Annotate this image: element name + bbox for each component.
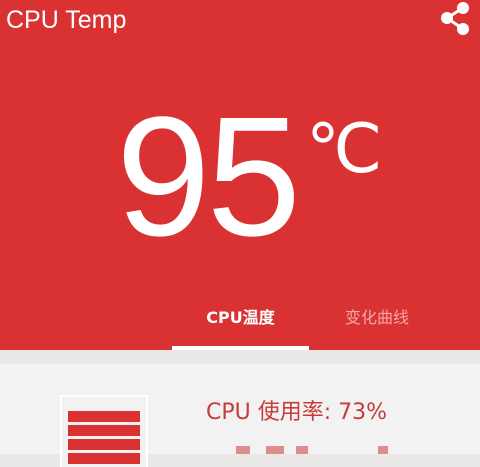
tab-cpu-temperature[interactable]: CPU温度	[172, 298, 309, 350]
tab-change-curve-label: 变化曲线	[344, 308, 409, 327]
tab-cpu-temperature-label: CPU温度	[206, 308, 275, 327]
battery-level-fill	[68, 411, 140, 467]
tab-next-partial[interactable]	[470, 298, 480, 350]
tab-change-curve[interactable]: 变化曲线	[312, 298, 442, 350]
tab-selected-indicator	[172, 346, 309, 350]
share-button[interactable]	[438, 0, 478, 40]
app-title: CPU Temp	[6, 6, 127, 34]
temperature-unit: ℃	[306, 110, 383, 189]
cpu-usage-label: CPU 使用率: 73%	[206, 400, 388, 425]
share-icon	[441, 2, 469, 35]
temperature-value: 95	[116, 82, 301, 272]
battery-level-icon	[60, 395, 148, 467]
cut-off-text	[236, 444, 436, 454]
